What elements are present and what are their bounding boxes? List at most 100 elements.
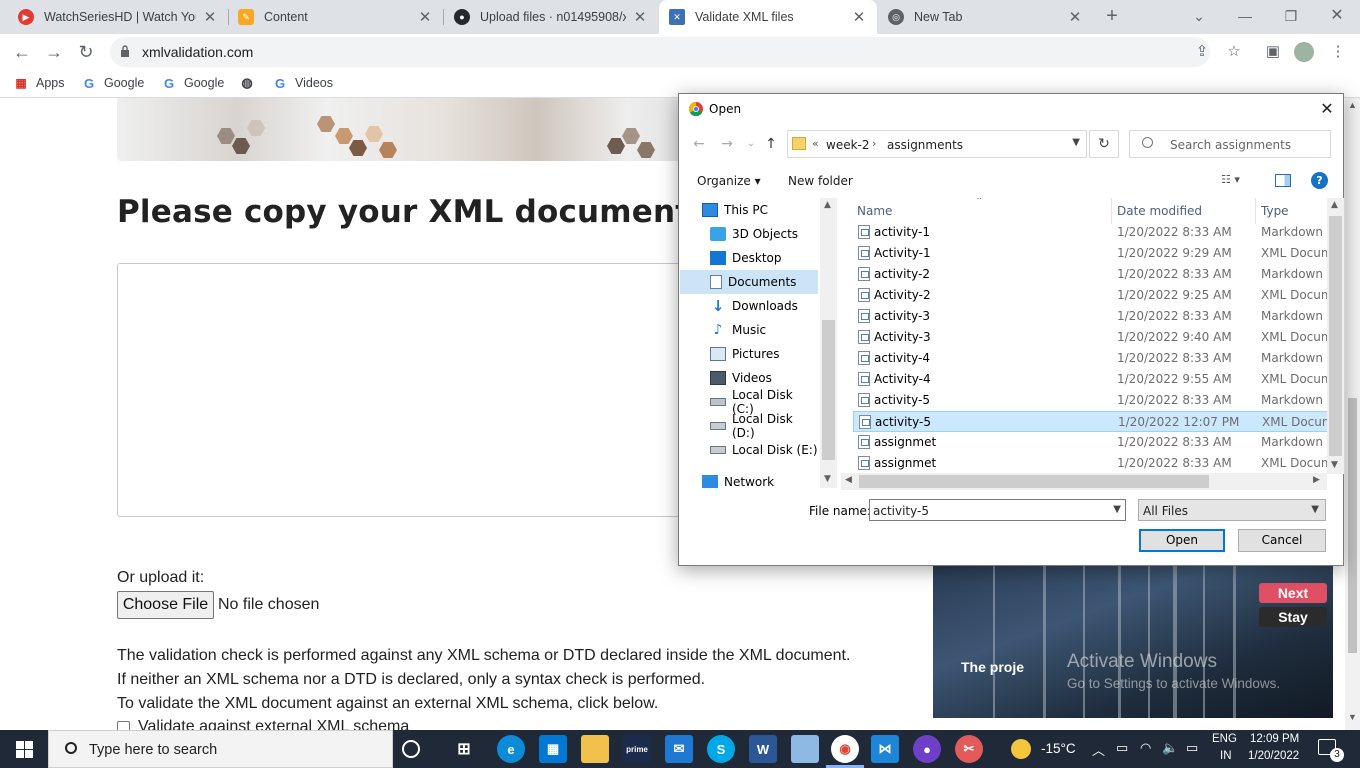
tree-item-local-disk-e[interactable]: Local Disk (E:) (680, 438, 818, 462)
show-hidden-icons-icon[interactable]: ︿ (1092, 740, 1105, 759)
recent-locations-chevron-icon[interactable]: ⌄ (741, 136, 761, 152)
preview-pane-icon[interactable] (1275, 174, 1291, 187)
clock-time[interactable]: 12:09 PM (1250, 733, 1299, 745)
new-tab-icon[interactable]: + (1090, 0, 1134, 34)
file-row[interactable]: activity-3 1/20/2022 8:33 AM Markdown S (853, 306, 1329, 327)
close-icon[interactable]: ✕ (1067, 8, 1083, 26)
chevron-down-icon[interactable]: ▼ (1072, 137, 1080, 148)
tree-scrollbar[interactable]: ▲ ▼ (820, 198, 837, 488)
file-row[interactable]: assignmet 1/20/2022 8:33 AM Markdown S (853, 432, 1329, 453)
file-row[interactable]: activity-2 1/20/2022 8:33 AM Markdown S (853, 264, 1329, 285)
tab-new-tab[interactable]: ◎ New Tab ✕ (878, 0, 1093, 34)
input-region[interactable]: IN (1220, 750, 1232, 762)
volume-icon[interactable]: 🔈 (1162, 740, 1178, 756)
refresh-icon[interactable]: ↻ (1089, 130, 1119, 158)
tab-validate-xml[interactable]: ✕ Validate XML files ✕ (659, 0, 877, 34)
vscode-icon[interactable]: ⋈ (871, 735, 899, 763)
forward-arrow-icon[interactable]: → (40, 38, 68, 66)
external-schema-checkbox[interactable] (117, 721, 130, 730)
kebab-menu-icon[interactable]: ⋮ (1328, 42, 1348, 62)
microsoft-store-icon[interactable]: ▦ (539, 735, 567, 763)
xml-input-textarea[interactable] (117, 263, 717, 517)
bookmark-globe[interactable]: ◍ (240, 75, 262, 90)
file-row-selected[interactable]: activity-5 1/20/2022 12:07 PM XML Docum (853, 411, 1329, 432)
column-header-name[interactable]: Name (857, 204, 892, 218)
tree-item-local-disk-d[interactable]: Local Disk (D:) (680, 412, 818, 440)
cancel-button[interactable]: Cancel (1238, 529, 1326, 552)
close-icon[interactable]: ✕ (417, 8, 433, 26)
file-list-horizontal-scrollbar[interactable]: ◀ ▶ (841, 473, 1327, 490)
tab-github-upload[interactable]: ● Upload files · n01495908/xml ✕ (444, 0, 658, 34)
back-arrow-icon[interactable]: ← (689, 136, 709, 152)
tree-item-3d-objects[interactable]: 3D Objects (680, 222, 818, 246)
wifi-icon[interactable]: ◠ (1140, 740, 1151, 756)
task-view-icon[interactable]: ⊞ (450, 735, 478, 763)
cortana-icon[interactable] (402, 740, 420, 758)
address-bar[interactable]: xmlvalidation.com ⇪ ☆ (110, 37, 1241, 67)
dialog-titlebar[interactable]: Open ✕ (679, 94, 1343, 124)
close-icon[interactable]: ✕ (851, 8, 867, 26)
view-options-icon[interactable]: ☷ ▾ (1221, 173, 1253, 189)
reload-icon[interactable]: ↻ (72, 38, 100, 66)
breadcrumb-assignments[interactable]: assignments (887, 138, 963, 152)
dialog-address-bar[interactable]: « week-2 › assignments ▼ (787, 130, 1087, 158)
github-desktop-icon[interactable]: ● (913, 735, 941, 763)
open-button[interactable]: Open (1139, 529, 1225, 552)
file-row[interactable]: activity-1 1/20/2022 8:33 AM Markdown S (853, 222, 1329, 243)
sticky-notes-icon[interactable] (791, 735, 819, 763)
battery-icon[interactable]: ▭ (1186, 740, 1198, 756)
path-overflow-chevron[interactable]: « (812, 137, 819, 150)
page-scrollbar[interactable]: ▲ ▼ (1345, 98, 1360, 730)
bookmark-apps[interactable]: ▦ Apps (14, 76, 64, 90)
file-row[interactable]: assignmet 1/20/2022 8:33 AM XML Docum (853, 453, 1329, 474)
bookmark-google-2[interactable]: G Google (162, 76, 224, 91)
tree-item-documents[interactable]: Documents (680, 270, 818, 294)
file-explorer-icon[interactable] (581, 735, 609, 763)
window-close-icon[interactable]: ✕ (1314, 0, 1360, 34)
video-ad-overlay[interactable]: Next Stay The proje Activate Windows Go … (933, 565, 1333, 718)
chevron-down-icon[interactable]: ▼ (1113, 504, 1121, 515)
help-icon[interactable]: ? (1311, 172, 1328, 189)
file-row[interactable]: Activity-1 1/20/2022 9:29 AM XML Docum (853, 243, 1329, 264)
organize-menu-button[interactable]: Organize ▾ (697, 174, 761, 188)
file-name-input[interactable]: activity-5 ▼ (869, 499, 1126, 521)
windows-start-icon[interactable] (0, 730, 48, 768)
tree-item-desktop[interactable]: Desktop (680, 246, 818, 270)
snip-sketch-icon[interactable]: ✂ (955, 735, 983, 763)
dialog-search-input[interactable]: Search assignments (1129, 130, 1331, 158)
new-folder-button[interactable]: New folder (788, 174, 853, 188)
mail-icon[interactable]: ✉ (665, 735, 693, 763)
column-header-type[interactable]: Type (1261, 204, 1289, 218)
tree-item-local-disk-c[interactable]: Local Disk (C:) (680, 388, 818, 416)
close-icon[interactable]: ✕ (202, 8, 218, 26)
file-row[interactable]: Activity-4 1/20/2022 9:55 AM XML Docum (853, 369, 1329, 390)
file-row[interactable]: Activity-2 1/20/2022 9:25 AM XML Docum (853, 285, 1329, 306)
close-icon[interactable]: ✕ (1315, 97, 1339, 121)
share-icon[interactable]: ⇪ (1192, 42, 1212, 62)
skype-icon[interactable]: S (707, 735, 735, 763)
chrome-taskbar-icon[interactable]: ◉ (831, 735, 859, 763)
tree-item-music[interactable]: ♪ Music (680, 318, 818, 342)
restore-icon[interactable]: ❐ (1268, 0, 1314, 34)
bookmark-star-icon[interactable]: ☆ (1224, 42, 1244, 62)
word-icon[interactable]: W (749, 735, 777, 763)
minimize-icon[interactable]: — (1222, 0, 1268, 34)
side-panel-icon[interactable]: ▣ (1263, 42, 1283, 62)
input-language[interactable]: ENG (1212, 733, 1237, 745)
tab-watchserieshd[interactable]: ▶ WatchSeriesHD | Watch You ✕ (8, 0, 228, 34)
bookmark-google-1[interactable]: G Google (82, 76, 144, 91)
taskbar-search-box[interactable]: Type here to search (48, 730, 393, 768)
weather-icon[interactable] (1011, 739, 1031, 759)
file-row[interactable]: activity-4 1/20/2022 8:33 AM Markdown S (853, 348, 1329, 369)
tab-search-chevron-icon[interactable]: ⌄ (1176, 0, 1222, 34)
tree-item-pictures[interactable]: Pictures (680, 342, 818, 366)
file-row[interactable]: Activity-3 1/20/2022 9:40 AM XML Docum (853, 327, 1329, 348)
video-next-button[interactable]: Next (1259, 583, 1327, 603)
file-type-filter-select[interactable]: All Files ▼ (1138, 499, 1326, 521)
temperature-text[interactable]: -15°C (1041, 741, 1076, 756)
tree-item-downloads[interactable]: ↓ Downloads (680, 294, 818, 318)
tab-content[interactable]: ✎ Content ✕ (228, 0, 443, 34)
prime-video-icon[interactable]: prime (623, 735, 651, 763)
up-arrow-icon[interactable]: ↑ (761, 136, 781, 152)
tree-item-videos[interactable]: Videos (680, 366, 818, 390)
